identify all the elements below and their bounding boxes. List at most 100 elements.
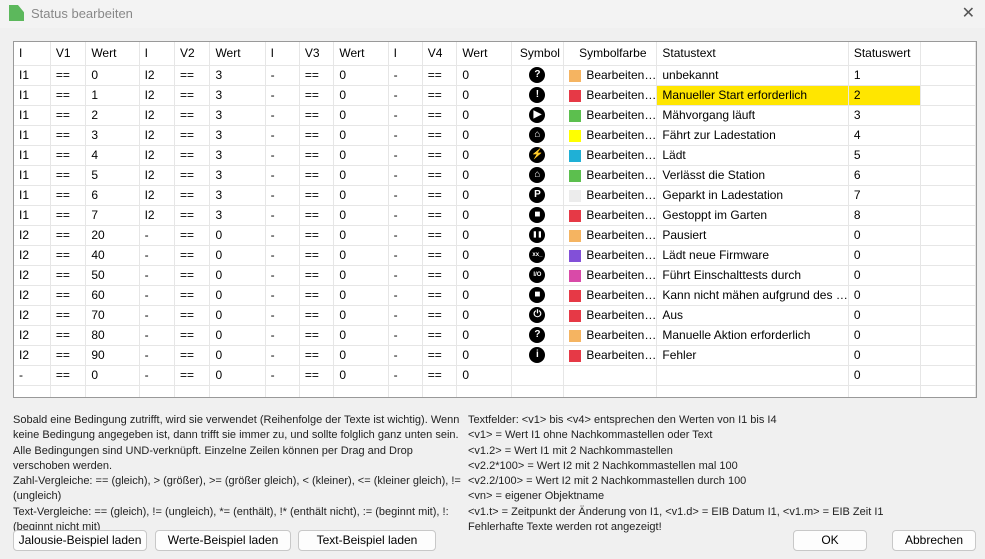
cell[interactable]: == bbox=[299, 325, 335, 346]
cell[interactable]: == bbox=[299, 305, 335, 326]
cell[interactable]: == bbox=[174, 265, 211, 286]
cell[interactable]: 0 bbox=[456, 325, 512, 346]
cell[interactable]: - bbox=[139, 325, 175, 346]
symbol-cell[interactable]: ⌂ bbox=[511, 165, 565, 186]
symbol-color-cell[interactable]: Bearbeiten… bbox=[563, 325, 658, 346]
table-row[interactable]: I1 == 5 I2 == 3- == 0- == 0 ⌂ Bearbeiten… Verlässt d… bbox=[14, 165, 976, 186]
cell[interactable]: 0 bbox=[333, 225, 389, 246]
edit-color-link[interactable]: Bearbeiten… bbox=[586, 328, 656, 342]
edit-color-link[interactable]: Bearbeiten… bbox=[586, 88, 656, 102]
cell[interactable]: 0 bbox=[333, 365, 389, 386]
cell[interactable]: == bbox=[422, 205, 458, 226]
cell[interactable]: == bbox=[174, 345, 211, 366]
status-value-cell[interactable]: 0 bbox=[848, 365, 921, 386]
cell[interactable]: == bbox=[50, 145, 87, 166]
cell[interactable]: - bbox=[388, 145, 423, 166]
status-text-cell[interactable]: Kann nicht mähen aufgrund des … bbox=[656, 285, 849, 306]
cell[interactable]: 0 bbox=[333, 245, 389, 266]
cell[interactable]: == bbox=[299, 265, 335, 286]
cell[interactable]: 0 bbox=[209, 345, 266, 366]
cell[interactable]: - bbox=[388, 65, 423, 86]
symbol-cell[interactable]: ■ bbox=[511, 285, 565, 306]
cell[interactable]: 0 bbox=[456, 105, 512, 126]
cell[interactable] bbox=[563, 385, 658, 397]
cancel-button[interactable]: Abbrechen bbox=[892, 530, 976, 551]
cell[interactable]: - bbox=[265, 245, 300, 266]
cell[interactable]: 3 bbox=[209, 125, 266, 146]
status-text-cell[interactable]: Führt Einschalttests durch bbox=[656, 265, 849, 286]
cell[interactable]: I1 bbox=[14, 65, 51, 86]
symbol-cell[interactable]: ■ bbox=[511, 205, 565, 226]
cell[interactable]: == bbox=[299, 205, 335, 226]
cell[interactable]: I2 bbox=[14, 285, 51, 306]
cell[interactable]: 4 bbox=[85, 145, 140, 166]
cell[interactable]: == bbox=[174, 205, 211, 226]
cell[interactable]: 0 bbox=[456, 265, 512, 286]
table-row[interactable]: I1 == 6 I2 == 3- == 0- == 0 P Bearbeiten… Geparkt in… bbox=[14, 185, 976, 206]
cell[interactable]: - bbox=[14, 365, 51, 386]
cell[interactable]: 0 bbox=[456, 85, 512, 106]
symbol-color-cell[interactable] bbox=[563, 365, 658, 386]
table-row[interactable]: I2 == 90- == 0- == 0- == 0 i Bearbeiten… Fehler 0 bbox=[14, 345, 976, 366]
status-text-cell[interactable]: Mähvorgang läuft bbox=[656, 105, 849, 126]
symbol-cell[interactable]: ⏻ bbox=[511, 305, 565, 326]
cell[interactable]: 0 bbox=[209, 285, 266, 306]
cell[interactable]: 0 bbox=[209, 305, 266, 326]
symbol-cell[interactable]: ▶ bbox=[511, 105, 565, 126]
cell[interactable]: 3 bbox=[209, 185, 266, 206]
symbol-cell[interactable]: ! bbox=[511, 85, 565, 106]
cell[interactable]: 0 bbox=[456, 165, 512, 186]
cell[interactable]: == bbox=[174, 285, 211, 306]
cell[interactable]: 0 bbox=[456, 285, 512, 306]
cell[interactable]: 3 bbox=[209, 65, 266, 86]
cell[interactable] bbox=[209, 385, 266, 397]
cell[interactable]: - bbox=[265, 305, 300, 326]
cell[interactable]: == bbox=[422, 165, 458, 186]
cell[interactable]: == bbox=[422, 185, 458, 206]
cell[interactable]: - bbox=[265, 265, 300, 286]
cell[interactable]: 0 bbox=[85, 65, 140, 86]
cell[interactable]: == bbox=[50, 365, 87, 386]
cell[interactable]: 0 bbox=[456, 185, 512, 206]
status-value-cell[interactable]: 0 bbox=[848, 225, 921, 246]
cell[interactable]: - bbox=[388, 185, 423, 206]
cell[interactable]: 40 bbox=[85, 245, 140, 266]
cell[interactable]: - bbox=[139, 285, 175, 306]
status-text-cell[interactable]: Gestoppt im Garten bbox=[656, 205, 849, 226]
cell[interactable]: I2 bbox=[14, 345, 51, 366]
cell[interactable]: == bbox=[299, 185, 335, 206]
edit-color-link[interactable]: Bearbeiten… bbox=[586, 288, 656, 302]
table-row[interactable]: I2 == 50- == 0- == 0- == 0 I/O Bearbeiten… Führt Ei… bbox=[14, 265, 976, 286]
cell[interactable]: == bbox=[174, 225, 211, 246]
symbol-cell[interactable] bbox=[511, 365, 565, 386]
cell[interactable]: == bbox=[422, 345, 458, 366]
cell[interactable]: - bbox=[388, 325, 423, 346]
cell[interactable]: - bbox=[265, 65, 300, 86]
edit-color-link[interactable]: Bearbeiten… bbox=[586, 168, 656, 182]
symbol-color-cell[interactable]: Bearbeiten… bbox=[563, 305, 658, 326]
table-row[interactable]: I1 == 3 I2 == 3- == 0- == 0 ⌂ Bearbeiten… Fährt zur … bbox=[14, 125, 976, 146]
cell[interactable]: 1 bbox=[85, 85, 140, 106]
status-text-cell[interactable]: Aus bbox=[656, 305, 849, 326]
cell[interactable]: - bbox=[139, 265, 175, 286]
cell[interactable]: == bbox=[299, 85, 335, 106]
edit-color-link[interactable]: Bearbeiten… bbox=[586, 68, 656, 82]
cell[interactable] bbox=[920, 385, 976, 397]
cell[interactable]: - bbox=[265, 125, 300, 146]
table-row[interactable]: I1 == 4 I2 == 3- == 0- == 0 ⚡ Bearbeiten… Lädt 5 bbox=[14, 145, 976, 166]
status-value-cell[interactable]: 0 bbox=[848, 305, 921, 326]
status-value-cell[interactable]: 0 bbox=[848, 265, 921, 286]
cell[interactable]: 0 bbox=[333, 205, 389, 226]
status-value-cell[interactable]: 4 bbox=[848, 125, 921, 146]
cell[interactable]: == bbox=[422, 365, 458, 386]
status-value-cell[interactable]: 7 bbox=[848, 185, 921, 206]
cell[interactable]: I2 bbox=[139, 185, 175, 206]
status-value-cell[interactable]: 0 bbox=[848, 245, 921, 266]
cell[interactable]: == bbox=[50, 165, 87, 186]
status-text-cell[interactable]: Lädt bbox=[656, 145, 849, 166]
cell[interactable]: 20 bbox=[85, 225, 140, 246]
cell[interactable]: == bbox=[299, 225, 335, 246]
cell[interactable]: - bbox=[265, 345, 300, 366]
symbol-color-cell[interactable]: Bearbeiten… bbox=[563, 105, 658, 126]
cell[interactable]: I2 bbox=[14, 325, 51, 346]
